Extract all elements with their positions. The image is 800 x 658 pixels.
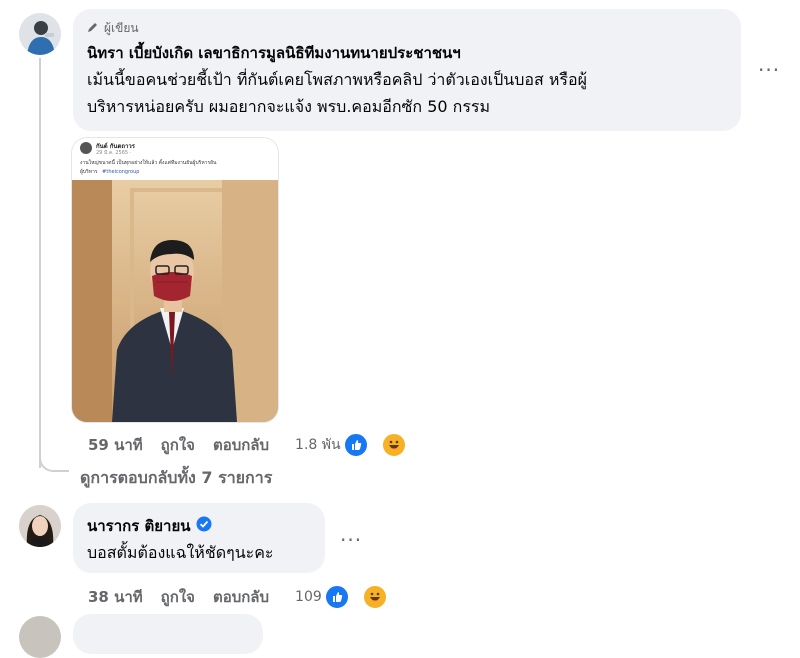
comment-bubble <box>73 614 263 654</box>
author-badge: ผู้เขียน <box>87 19 139 38</box>
post-meta: 29 มี.ค. 2565 · <box>96 150 132 156</box>
comment-text-line2: บริหารหน่อยครับ ผมอยากจะแจ้ง พรบ.คอมอีกซ… <box>87 97 491 116</box>
reaction-summary[interactable]: 1.8 พัน <box>295 432 425 458</box>
like-button[interactable]: ถูกใจ <box>161 585 195 609</box>
reaction-count: 109 <box>295 589 322 605</box>
comment-author[interactable]: นิทรา เบี้ยบังเกิด เลขาธิการมูลนิธิทีมงา… <box>87 41 461 65</box>
attached-image[interactable]: กันต์ กันตถาวร 29 มี.ค. 2565 · งานใหญ่ขน… <box>71 137 279 423</box>
comment-actions: 59 นาที ถูกใจ ตอบกลับ 1.8 พัน <box>88 432 425 458</box>
reply-button[interactable]: ตอบกลับ <box>213 433 269 457</box>
post-text-2: ผู้บริหาร #theicongroup <box>80 168 139 176</box>
reply-button[interactable]: ตอบกลับ <box>213 585 269 609</box>
view-replies-link[interactable]: ดูการตอบกลับทั้ง 7 รายการ <box>80 466 272 491</box>
post-avatar <box>80 142 92 154</box>
like-reaction-icon <box>323 584 350 610</box>
more-options-button[interactable]: ··· <box>758 58 780 82</box>
thread-line <box>39 58 41 468</box>
thread-line-curve <box>39 440 69 472</box>
like-button[interactable]: ถูกใจ <box>161 433 195 457</box>
comment-text: บอสตั้มต้องแฉให้ชัดๆนะคะ <box>87 543 274 562</box>
avatar[interactable] <box>19 616 61 658</box>
more-options-button[interactable]: ··· <box>340 528 362 552</box>
post-header: กันต์ กันตถาวร 29 มี.ค. 2565 · งานใหญ่ขน… <box>72 138 278 180</box>
post-hashtag: #theicongroup <box>102 169 140 175</box>
post-text-2-label: ผู้บริหาร <box>80 169 98 175</box>
reaction-summary[interactable]: 109 <box>295 584 406 610</box>
comment-text-line1: เม้นนี้ขอคนช่วยชี้เป้า ที่กันต์เคยโพสภาพ… <box>87 70 587 89</box>
comment-author-label: นารากร ติยายน <box>87 517 191 535</box>
post-text: งานใหญ่ขนาดนี้ เป็นทุกอย่างให้แล้ว ตั้งแ… <box>80 160 217 166</box>
like-reaction-icon <box>342 432 369 458</box>
avatar[interactable] <box>19 13 61 55</box>
pencil-icon <box>87 21 99 36</box>
photo <box>72 180 278 422</box>
comment-time[interactable]: 38 นาที <box>88 585 143 609</box>
comment-actions: 38 นาที ถูกใจ ตอบกลับ 109 <box>88 584 406 610</box>
verified-icon <box>196 516 212 536</box>
author-badge-label: ผู้เขียน <box>104 21 139 35</box>
haha-reaction-icon <box>361 584 388 610</box>
haha-reaction-icon <box>380 432 407 458</box>
comment-author[interactable]: นารากร ติยายน <box>87 514 212 538</box>
avatar[interactable] <box>19 505 61 547</box>
reaction-count: 1.8 พัน <box>295 437 341 453</box>
comment-time[interactable]: 59 นาที <box>88 433 143 457</box>
